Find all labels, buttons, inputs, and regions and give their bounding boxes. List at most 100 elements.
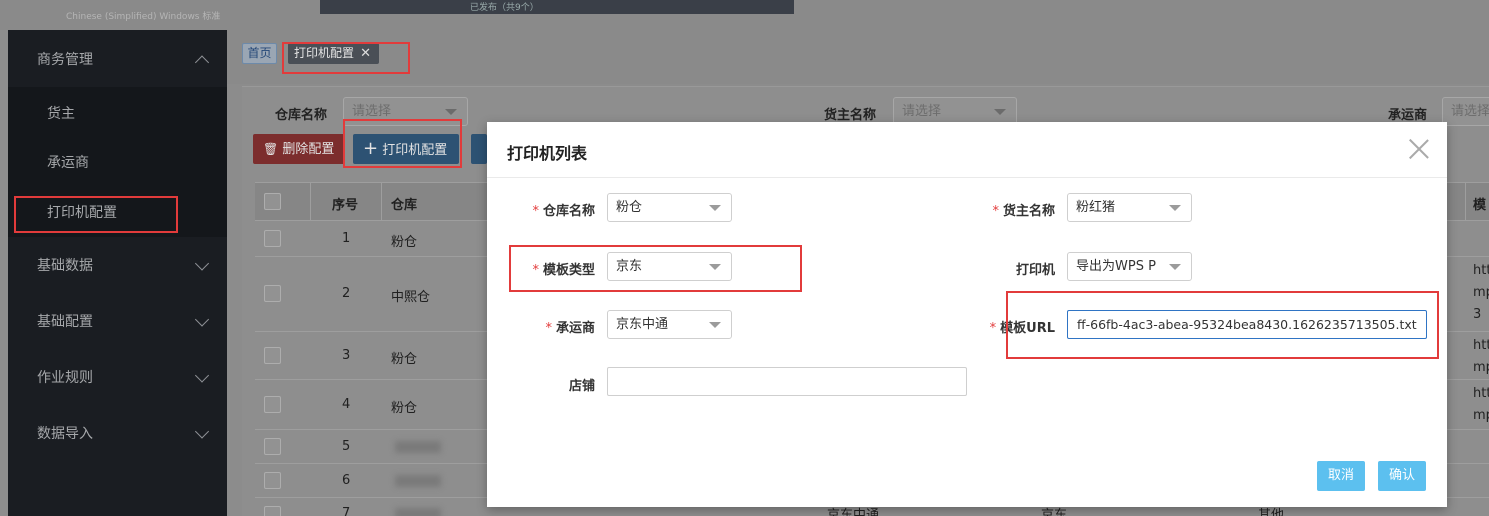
modal-divider — [487, 177, 1447, 178]
cell-url-peek: htt — [1473, 263, 1489, 278]
cancel-button[interactable]: 取消 — [1317, 461, 1365, 491]
row-checkbox[interactable] — [264, 285, 281, 302]
cell-url-peek: mp — [1473, 360, 1489, 375]
filter-carrier-select[interactable]: 请选择 — [1442, 97, 1489, 126]
sidebar-item-label: 数据导入 — [37, 426, 93, 442]
select-all-checkbox[interactable] — [264, 193, 281, 210]
sidebar-item-business-mgmt[interactable]: 商务管理 — [8, 42, 227, 78]
label-text: 仓库名称 — [542, 204, 595, 219]
required-mark: * — [532, 204, 539, 219]
sidebar-item-label: 基础数据 — [37, 258, 93, 274]
header-warehouse: 仓库 — [391, 198, 418, 213]
top-faint-text: Chinese (Simplified) Windows 标准 — [66, 12, 221, 22]
required-mark: * — [545, 321, 552, 336]
select-placeholder: 请选择 — [352, 104, 392, 119]
chevron-down-icon — [194, 256, 210, 271]
field-owner-label: * 货主名称 — [967, 200, 1055, 219]
sidebar-item-label: 基础配置 — [37, 314, 93, 330]
label-text: 承运商 — [555, 321, 595, 336]
sidebar-item-data-import[interactable]: 数据导入 — [8, 416, 227, 452]
select-value: 京东中通 — [616, 317, 669, 332]
cell-index: 6 — [342, 473, 351, 488]
close-icon[interactable] — [1407, 136, 1431, 160]
carrier-select[interactable]: 京东中通 — [607, 310, 732, 339]
label-text: 货主名称 — [1002, 204, 1055, 219]
left-edge — [0, 30, 8, 516]
cell-index: 4 — [342, 397, 351, 412]
select-value: 粉仓 — [616, 200, 643, 215]
dropdown-arrow-icon — [994, 109, 1006, 115]
sidebar-item-label: 作业规则 — [37, 370, 93, 386]
header-template-peek: 模 — [1473, 198, 1487, 213]
cell-index: 2 — [342, 286, 351, 301]
required-mark: * — [989, 321, 997, 336]
field-shop-label: 店铺 — [568, 379, 595, 394]
chevron-down-icon — [194, 312, 210, 327]
cell-warehouse: 粉仓 — [391, 401, 418, 416]
row-checkbox[interactable] — [264, 347, 281, 364]
blurred-cell — [395, 508, 441, 516]
delete-config-button[interactable]: 🗑 删除配置 — [253, 134, 345, 164]
shop-input[interactable] — [607, 367, 967, 396]
highlight-sidebar-printer-config — [14, 196, 178, 233]
filter-carrier-label: 承运商 — [1388, 108, 1428, 123]
dropdown-arrow-icon — [1169, 205, 1181, 211]
cell-index: 5 — [342, 439, 351, 454]
confirm-button[interactable]: 确认 — [1378, 461, 1426, 491]
select-placeholder: 请选择 — [902, 104, 942, 119]
trash-icon: 🗑 — [263, 142, 279, 156]
field-warehouse-label: * 仓库名称 — [507, 200, 595, 219]
row-checkbox[interactable] — [264, 438, 281, 455]
cell-index: 7 — [342, 506, 351, 516]
cell-url-peek: 3 — [1473, 307, 1482, 322]
highlight-template-type — [509, 245, 802, 292]
top-strip: Chinese (Simplified) Windows 标准 已发布（共9个） — [0, 0, 1489, 30]
warehouse-select[interactable]: 粉仓 — [607, 193, 732, 222]
tabs-bar: 首页 打印机配置 ✕ — [227, 30, 1489, 84]
sidebar-item-basic-config[interactable]: 基础配置 — [8, 304, 227, 340]
filter-warehouse-label: 仓库名称 — [275, 108, 328, 123]
cell-url-peek: mp — [1473, 408, 1489, 423]
select-value: 粉红猪 — [1076, 200, 1116, 215]
select-placeholder: 请选择 — [1451, 104, 1489, 119]
dropdown-arrow-icon — [445, 109, 457, 115]
cell-url-peek: htt — [1473, 386, 1489, 401]
row-checkbox[interactable] — [264, 506, 281, 516]
sidebar-item-label: 商务管理 — [37, 52, 93, 68]
sidebar-item-basic-data[interactable]: 基础数据 — [8, 248, 227, 284]
cell-warehouse: 中熙仓 — [391, 290, 431, 305]
select-value: 导出为WPS P — [1076, 259, 1156, 274]
dropdown-arrow-icon — [1169, 264, 1181, 270]
row-checkbox[interactable] — [264, 230, 281, 247]
highlight-tab — [282, 42, 410, 74]
printer-select[interactable]: 导出为WPS P — [1067, 252, 1192, 281]
blurred-cell — [395, 441, 441, 453]
top-dark-bar — [320, 0, 794, 14]
highlight-template-url — [1006, 291, 1439, 359]
blurred-cell — [395, 475, 441, 487]
sidebar-item-work-rules[interactable]: 作业规则 — [8, 360, 227, 396]
chevron-up-icon — [194, 55, 210, 70]
field-printer-label: 打印机 — [1015, 263, 1055, 278]
button-label: 删除配置 — [282, 142, 335, 157]
cell-index: 3 — [342, 348, 351, 363]
header-index: 序号 — [332, 198, 359, 213]
row-checkbox[interactable] — [264, 472, 281, 489]
sidebar-item-owner[interactable]: 货主 — [8, 99, 227, 129]
tab-home[interactable]: 首页 — [242, 43, 277, 64]
cell-index: 1 — [342, 231, 351, 246]
cell-url-peek: htt — [1473, 338, 1489, 353]
sidebar-item-carrier[interactable]: 承运商 — [8, 148, 227, 178]
required-mark: * — [992, 204, 999, 219]
row-checkbox[interactable] — [264, 396, 281, 413]
top-faint-text-2: 已发布（共9个） — [470, 3, 539, 13]
filter-owner-label: 货主名称 — [824, 108, 877, 123]
toolbar-extra-button[interactable] — [471, 134, 487, 164]
cell-url-peek: mp — [1473, 285, 1489, 300]
dropdown-arrow-icon — [709, 205, 721, 211]
cell-warehouse: 粉仓 — [391, 352, 418, 367]
chevron-down-icon — [194, 368, 210, 383]
dropdown-arrow-icon — [709, 322, 721, 328]
owner-select[interactable]: 粉红猪 — [1067, 193, 1192, 222]
sidebar: 商务管理 货主 承运商 打印机配置 基础数据 基础配置 作业规则 数据导入 — [8, 30, 227, 516]
